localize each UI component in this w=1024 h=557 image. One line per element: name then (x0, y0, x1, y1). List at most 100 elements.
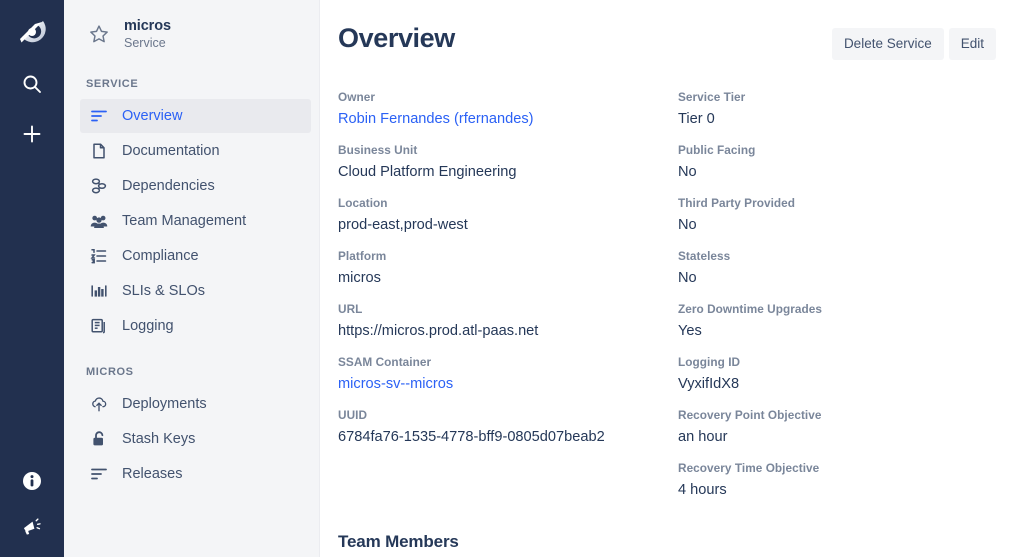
sidebar-item-documentation[interactable]: Documentation (80, 134, 311, 168)
field-label: Zero Downtime Upgrades (678, 302, 1018, 317)
app-root: micros Service SERVICE Overview (0, 0, 1024, 557)
field-label: Recovery Time Objective (678, 461, 1018, 476)
sidebar-item-stash-keys[interactable]: Stash Keys (80, 422, 311, 456)
star-outline-icon[interactable] (86, 21, 112, 47)
field-label: Platform (338, 249, 678, 264)
field-platform: Platform micros (338, 249, 678, 288)
field-value[interactable]: Robin Fernandes (rfernandes) (338, 110, 678, 130)
main-content: Overview Delete Service Edit Owner Robin… (320, 0, 1024, 557)
field-label: Third Party Provided (678, 196, 1018, 211)
sidebar-header: micros Service (64, 0, 319, 64)
field-recovery-point-objective: Recovery Point Objective an hour (678, 408, 1018, 447)
sidebar-item-label: Logging (122, 318, 174, 334)
sidebar-item-label: Releases (122, 466, 182, 482)
field-value: prod-east,prod-west (338, 216, 678, 236)
field-zero-downtime-upgrades: Zero Downtime Upgrades Yes (678, 302, 1018, 341)
global-nav-rail (0, 0, 64, 557)
rail-bottom-group (0, 455, 64, 547)
page-title: Overview (338, 24, 455, 54)
page-icon (90, 142, 108, 160)
checklist-icon (90, 247, 108, 265)
field-recovery-time-objective: Recovery Time Objective 4 hours (678, 461, 1018, 500)
field-value[interactable]: micros-sv--micros (338, 375, 678, 395)
field-owner: Owner Robin Fernandes (rfernandes) (338, 90, 678, 129)
field-value: Cloud Platform Engineering (338, 163, 678, 183)
sidebar-section-label-micros: MICROS (64, 344, 319, 386)
sidebar-item-label: Compliance (122, 248, 199, 264)
field-public-facing: Public Facing No (678, 143, 1018, 182)
field-label: Public Facing (678, 143, 1018, 158)
bar-chart-icon (90, 282, 108, 300)
dependencies-icon (90, 177, 108, 195)
field-value: Tier 0 (678, 110, 1018, 130)
field-third-party-provided: Third Party Provided No (678, 196, 1018, 235)
edit-button[interactable]: Edit (949, 28, 996, 60)
field-uuid: UUID 6784fa76-1535-4778-bff9-0805d07beab… (338, 408, 678, 447)
header-actions: Delete Service Edit (832, 28, 996, 60)
sidebar-section-label-service: SERVICE (64, 64, 319, 98)
field-value: micros (338, 269, 678, 289)
sidebar-item-label: SLIs & SLOs (122, 283, 205, 299)
cloud-upload-icon (90, 395, 108, 413)
field-label: Location (338, 196, 678, 211)
sidebar-item-label: Team Management (122, 213, 246, 229)
field-url: URL https://micros.prod.atl-paas.net (338, 302, 678, 341)
team-members-title: Team Members (338, 532, 996, 552)
field-business-unit: Business Unit Cloud Platform Engineering (338, 143, 678, 182)
field-ssam-container: SSAM Container micros-sv--micros (338, 355, 678, 394)
field-label: Stateless (678, 249, 1018, 264)
field-label: Service Tier (678, 90, 1018, 105)
plus-icon[interactable] (12, 114, 52, 154)
details-column-right: Service Tier Tier 0 Public Facing No Thi… (678, 90, 1018, 514)
sidebar-item-dependencies[interactable]: Dependencies (80, 169, 311, 203)
people-icon (90, 212, 108, 230)
project-name: micros (124, 18, 171, 35)
field-value: VyxifIdX8 (678, 375, 1018, 395)
field-value: an hour (678, 428, 1018, 448)
field-location: Location prod-east,prod-west (338, 196, 678, 235)
megaphone-icon[interactable] (12, 507, 52, 547)
compass-logo-icon[interactable] (10, 10, 54, 54)
details-column-left: Owner Robin Fernandes (rfernandes) Busin… (338, 90, 678, 514)
sidebar-item-compliance[interactable]: Compliance (80, 239, 311, 273)
field-value: No (678, 216, 1018, 236)
field-label: UUID (338, 408, 678, 423)
field-value: 6784fa76-1535-4778-bff9-0805d07beab2 (338, 428, 678, 448)
overview-lines-icon (90, 107, 108, 125)
sidebar-item-label: Stash Keys (122, 431, 195, 447)
field-value: https://micros.prod.atl-paas.net (338, 322, 678, 342)
info-icon[interactable] (12, 461, 52, 501)
field-label: URL (338, 302, 678, 317)
sidebar-item-deployments[interactable]: Deployments (80, 387, 311, 421)
team-members-section: Team Members Jeremy Beumont (jbeumo... (… (338, 532, 996, 557)
logs-icon (90, 317, 108, 335)
field-stateless: Stateless No (678, 249, 1018, 288)
field-value: No (678, 163, 1018, 183)
field-value: No (678, 269, 1018, 289)
field-label: Logging ID (678, 355, 1018, 370)
project-type: Service (124, 36, 171, 50)
sidebar-item-overview[interactable]: Overview (80, 99, 311, 133)
delete-service-button[interactable]: Delete Service (832, 28, 944, 60)
sidebar-item-releases[interactable]: Releases (80, 457, 311, 491)
field-label: Recovery Point Objective (678, 408, 1018, 423)
unlock-icon (90, 430, 108, 448)
field-value: 4 hours (678, 481, 1018, 501)
sidebar-header-text: micros Service (124, 18, 171, 50)
service-details: Owner Robin Fernandes (rfernandes) Busin… (338, 90, 996, 514)
sidebar-item-logging[interactable]: Logging (80, 309, 311, 343)
sidebar-item-label: Dependencies (122, 178, 215, 194)
field-service-tier: Service Tier Tier 0 (678, 90, 1018, 129)
project-sidebar: micros Service SERVICE Overview (64, 0, 320, 557)
sidebar-item-label: Deployments (122, 396, 207, 412)
sidebar-item-team-management[interactable]: Team Management (80, 204, 311, 238)
releases-lines-icon (90, 465, 108, 483)
page-header: Overview Delete Service Edit (338, 20, 996, 60)
search-icon[interactable] (12, 64, 52, 104)
field-label: Business Unit (338, 143, 678, 158)
field-logging-id: Logging ID VyxifIdX8 (678, 355, 1018, 394)
sidebar-item-slis-slos[interactable]: SLIs & SLOs (80, 274, 311, 308)
field-label: Owner (338, 90, 678, 105)
sidebar-item-label: Overview (122, 108, 182, 124)
sidebar-item-label: Documentation (122, 143, 220, 159)
